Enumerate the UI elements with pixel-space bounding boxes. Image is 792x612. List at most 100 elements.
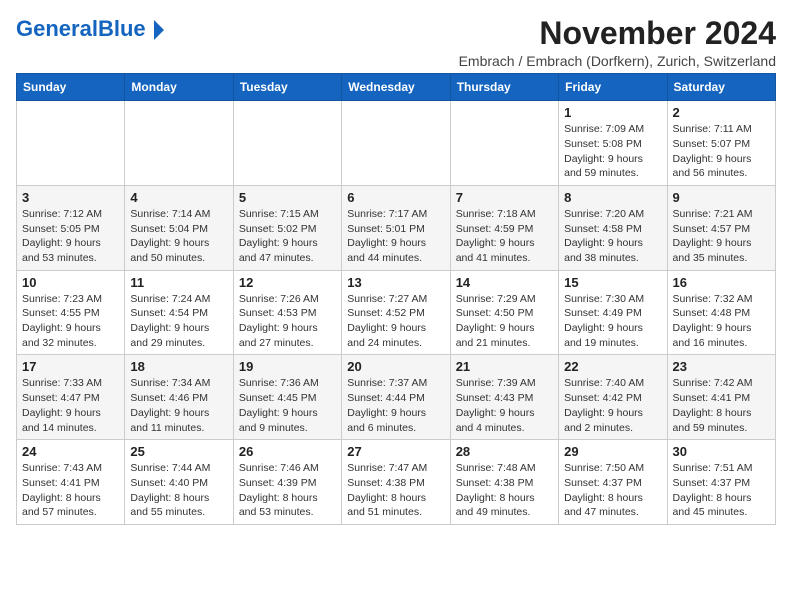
day-info: Sunrise: 7:17 AM Sunset: 5:01 PM Dayligh…	[347, 207, 444, 266]
calendar-cell: 18 Sunrise: 7:34 AM Sunset: 4:46 PM Dayli…	[125, 355, 233, 440]
calendar-cell: 26 Sunrise: 7:46 AM Sunset: 4:39 PM Dayli…	[233, 440, 341, 525]
calendar-cell: 15 Sunrise: 7:30 AM Sunset: 4:49 PM Dayli…	[559, 270, 667, 355]
day-number: 7	[456, 190, 553, 205]
day-number: 4	[130, 190, 227, 205]
calendar-cell: 25 Sunrise: 7:44 AM Sunset: 4:40 PM Dayli…	[125, 440, 233, 525]
day-number: 30	[673, 444, 770, 459]
calendar-week-row: 17 Sunrise: 7:33 AM Sunset: 4:47 PM Dayli…	[17, 355, 776, 440]
day-number: 23	[673, 359, 770, 374]
day-info: Sunrise: 7:51 AM Sunset: 4:37 PM Dayligh…	[673, 461, 770, 520]
calendar-cell: 24Sunrise: 7:43 AM Sunset: 4:41 PM Dayli…	[17, 440, 125, 525]
logo-blue: Blue	[98, 16, 146, 41]
location-subtitle: Embrach / Embrach (Dorfkern), Zurich, Sw…	[459, 53, 776, 69]
day-info: Sunrise: 7:15 AM Sunset: 5:02 PM Dayligh…	[239, 207, 336, 266]
day-info: Sunrise: 7:09 AM Sunset: 5:08 PM Dayligh…	[564, 122, 661, 181]
calendar-week-row: 24Sunrise: 7:43 AM Sunset: 4:41 PM Dayli…	[17, 440, 776, 525]
calendar-body: 1 Sunrise: 7:09 AM Sunset: 5:08 PM Daylig…	[17, 101, 776, 525]
day-number: 5	[239, 190, 336, 205]
day-info: Sunrise: 7:34 AM Sunset: 4:46 PM Dayligh…	[130, 376, 227, 435]
calendar-cell: 1 Sunrise: 7:09 AM Sunset: 5:08 PM Daylig…	[559, 101, 667, 186]
day-info: Sunrise: 7:36 AM Sunset: 4:45 PM Dayligh…	[239, 376, 336, 435]
calendar-cell	[233, 101, 341, 186]
calendar-cell: 9Sunrise: 7:21 AM Sunset: 4:57 PM Daylig…	[667, 185, 775, 270]
calendar-cell: 22Sunrise: 7:40 AM Sunset: 4:42 PM Dayli…	[559, 355, 667, 440]
calendar-cell: 6 Sunrise: 7:17 AM Sunset: 5:01 PM Daylig…	[342, 185, 450, 270]
title-block: November 2024 Embrach / Embrach (Dorfker…	[459, 16, 776, 69]
day-info: Sunrise: 7:30 AM Sunset: 4:49 PM Dayligh…	[564, 292, 661, 351]
day-info: Sunrise: 7:42 AM Sunset: 4:41 PM Dayligh…	[673, 376, 770, 435]
day-info: Sunrise: 7:48 AM Sunset: 4:38 PM Dayligh…	[456, 461, 553, 520]
day-number: 14	[456, 275, 553, 290]
day-number: 21	[456, 359, 553, 374]
calendar-cell: 5 Sunrise: 7:15 AM Sunset: 5:02 PM Daylig…	[233, 185, 341, 270]
day-info: Sunrise: 7:43 AM Sunset: 4:41 PM Dayligh…	[22, 461, 119, 520]
calendar-week-row: 1 Sunrise: 7:09 AM Sunset: 5:08 PM Daylig…	[17, 101, 776, 186]
calendar-cell: 14 Sunrise: 7:29 AM Sunset: 4:50 PM Dayli…	[450, 270, 558, 355]
calendar-cell	[342, 101, 450, 186]
calendar-week-row: 10 Sunrise: 7:23 AM Sunset: 4:55 PM Dayli…	[17, 270, 776, 355]
calendar-table: SundayMondayTuesdayWednesdayThursdayFrid…	[16, 73, 776, 525]
day-number: 17	[22, 359, 119, 374]
calendar-cell: 28 Sunrise: 7:48 AM Sunset: 4:38 PM Dayli…	[450, 440, 558, 525]
calendar-cell: 8 Sunrise: 7:20 AM Sunset: 4:58 PM Daylig…	[559, 185, 667, 270]
calendar-cell: 20 Sunrise: 7:37 AM Sunset: 4:44 PM Dayli…	[342, 355, 450, 440]
day-number: 20	[347, 359, 444, 374]
calendar-cell: 27 Sunrise: 7:47 AM Sunset: 4:38 PM Dayli…	[342, 440, 450, 525]
calendar-header: SundayMondayTuesdayWednesdayThursdayFrid…	[17, 74, 776, 101]
calendar-cell: 4 Sunrise: 7:14 AM Sunset: 5:04 PM Daylig…	[125, 185, 233, 270]
day-number: 15	[564, 275, 661, 290]
day-info: Sunrise: 7:26 AM Sunset: 4:53 PM Dayligh…	[239, 292, 336, 351]
logo: GeneralBlue	[16, 16, 164, 42]
day-info: Sunrise: 7:50 AM Sunset: 4:37 PM Dayligh…	[564, 461, 661, 520]
day-number: 2	[673, 105, 770, 120]
day-info: Sunrise: 7:47 AM Sunset: 4:38 PM Dayligh…	[347, 461, 444, 520]
calendar-cell: 16Sunrise: 7:32 AM Sunset: 4:48 PM Dayli…	[667, 270, 775, 355]
day-number: 29	[564, 444, 661, 459]
logo-general: General	[16, 16, 98, 41]
weekday-header: Wednesday	[342, 74, 450, 101]
day-number: 13	[347, 275, 444, 290]
day-number: 12	[239, 275, 336, 290]
calendar-cell: 2Sunrise: 7:11 AM Sunset: 5:07 PM Daylig…	[667, 101, 775, 186]
day-number: 27	[347, 444, 444, 459]
day-info: Sunrise: 7:21 AM Sunset: 4:57 PM Dayligh…	[673, 207, 770, 266]
day-info: Sunrise: 7:44 AM Sunset: 4:40 PM Dayligh…	[130, 461, 227, 520]
weekday-header: Saturday	[667, 74, 775, 101]
calendar-cell: 12 Sunrise: 7:26 AM Sunset: 4:53 PM Dayli…	[233, 270, 341, 355]
day-info: Sunrise: 7:18 AM Sunset: 4:59 PM Dayligh…	[456, 207, 553, 266]
month-title: November 2024	[459, 16, 776, 51]
day-number: 26	[239, 444, 336, 459]
day-info: Sunrise: 7:14 AM Sunset: 5:04 PM Dayligh…	[130, 207, 227, 266]
day-number: 8	[564, 190, 661, 205]
day-info: Sunrise: 7:46 AM Sunset: 4:39 PM Dayligh…	[239, 461, 336, 520]
day-info: Sunrise: 7:39 AM Sunset: 4:43 PM Dayligh…	[456, 376, 553, 435]
weekday-header: Tuesday	[233, 74, 341, 101]
day-number: 18	[130, 359, 227, 374]
day-number: 25	[130, 444, 227, 459]
day-number: 1	[564, 105, 661, 120]
calendar-cell: 21 Sunrise: 7:39 AM Sunset: 4:43 PM Dayli…	[450, 355, 558, 440]
day-info: Sunrise: 7:33 AM Sunset: 4:47 PM Dayligh…	[22, 376, 119, 435]
calendar-cell: 29 Sunrise: 7:50 AM Sunset: 4:37 PM Dayli…	[559, 440, 667, 525]
day-info: Sunrise: 7:12 AM Sunset: 5:05 PM Dayligh…	[22, 207, 119, 266]
day-number: 16	[673, 275, 770, 290]
day-number: 28	[456, 444, 553, 459]
weekday-header: Monday	[125, 74, 233, 101]
day-number: 10	[22, 275, 119, 290]
day-info: Sunrise: 7:23 AM Sunset: 4:55 PM Dayligh…	[22, 292, 119, 351]
day-info: Sunrise: 7:24 AM Sunset: 4:54 PM Dayligh…	[130, 292, 227, 351]
day-info: Sunrise: 7:29 AM Sunset: 4:50 PM Dayligh…	[456, 292, 553, 351]
day-info: Sunrise: 7:27 AM Sunset: 4:52 PM Dayligh…	[347, 292, 444, 351]
calendar-cell	[17, 101, 125, 186]
day-number: 22	[564, 359, 661, 374]
calendar-cell	[450, 101, 558, 186]
page-header: GeneralBlue November 2024 Embrach / Embr…	[16, 16, 776, 69]
calendar-cell: 10 Sunrise: 7:23 AM Sunset: 4:55 PM Dayli…	[17, 270, 125, 355]
calendar-cell: 13 Sunrise: 7:27 AM Sunset: 4:52 PM Dayli…	[342, 270, 450, 355]
day-number: 6	[347, 190, 444, 205]
calendar-cell: 11 Sunrise: 7:24 AM Sunset: 4:54 PM Dayli…	[125, 270, 233, 355]
day-info: Sunrise: 7:20 AM Sunset: 4:58 PM Dayligh…	[564, 207, 661, 266]
day-info: Sunrise: 7:37 AM Sunset: 4:44 PM Dayligh…	[347, 376, 444, 435]
weekday-header: Thursday	[450, 74, 558, 101]
day-number: 11	[130, 275, 227, 290]
